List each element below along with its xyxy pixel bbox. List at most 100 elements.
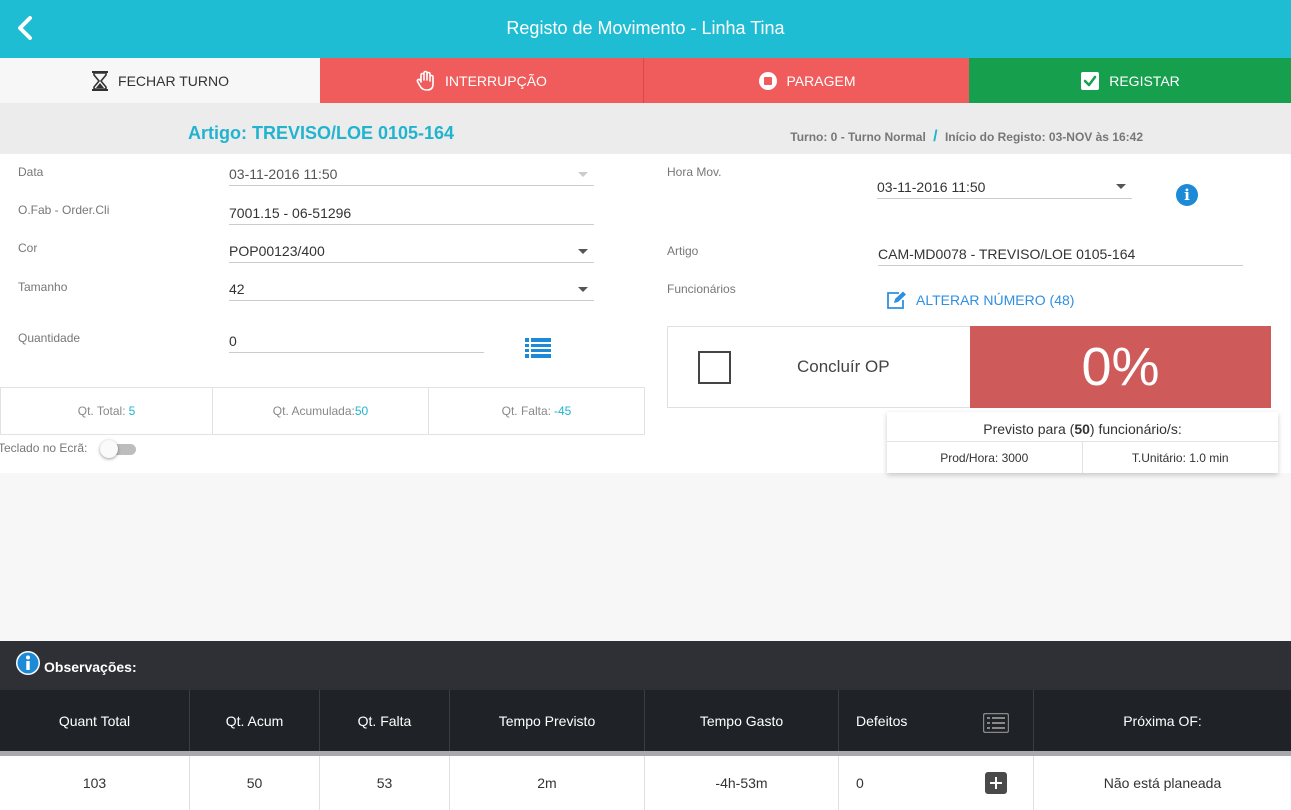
list-icon[interactable] — [525, 337, 551, 364]
data-field[interactable]: 03-11-2016 11:50 — [229, 162, 594, 186]
quantidade-value: 0 — [229, 333, 237, 349]
hora-mov-select[interactable]: 03-11-2016 11:50 — [877, 175, 1132, 199]
concluir-op-checkbox[interactable] — [698, 351, 731, 384]
check-square-icon — [1080, 71, 1100, 91]
summary-table: Quant Total Qt. Acum Qt. Falta Tempo Pre… — [0, 690, 1291, 810]
progress-percent: 0% — [970, 326, 1271, 408]
hand-icon — [416, 70, 436, 92]
previsto-title: Previsto para (50) funcionário/s: — [887, 412, 1278, 442]
subheader: Artigo: TREVISO/LOE 0105-164 Turno: 0 - … — [0, 103, 1291, 154]
ofab-field[interactable]: 7001.15 - 06-51296 — [229, 201, 594, 225]
td-qt-falta: 53 — [320, 756, 450, 810]
inicio-registo-text: Início do Registo: 03-NOV às 16:42 — [944, 130, 1143, 144]
stop-circle-icon — [758, 71, 778, 91]
toggle-knob — [100, 440, 118, 458]
alterar-numero-button[interactable]: ALTERAR NÚMERO (48) — [886, 291, 1074, 309]
chevron-down-icon — [578, 287, 588, 292]
observacoes-bar[interactable]: Observações: — [0, 641, 1291, 690]
turno-text: Turno: 0 - Turno Normal — [790, 130, 926, 144]
defeitos-list-icon[interactable] — [982, 712, 1010, 736]
qt-total-value: 5 — [128, 404, 136, 418]
previsto-suffix: ) funcionário/s: — [1089, 421, 1182, 437]
quantidade-label: Quantidade — [18, 331, 81, 345]
alterar-numero-label: ALTERAR NÚMERO (48) — [916, 292, 1075, 308]
hora-mov-value: 03-11-2016 11:50 — [877, 179, 986, 195]
artigo-value: CAM-MD0078 - TREVISO/LOE 0105-164 — [878, 246, 1136, 262]
interrupcao-button[interactable]: INTERRUPÇÃO — [320, 58, 644, 103]
paragem-label: PARAGEM — [786, 72, 856, 89]
qt-falta-value: -45 — [554, 404, 572, 418]
t-unitario: T.Unitário: 1.0 min — [1131, 451, 1229, 465]
hora-mov-label: Hora Mov. — [667, 165, 722, 179]
td-tempo-gasto: -4h-53m — [645, 756, 839, 810]
th-defeitos-label: Defeitos — [856, 712, 908, 729]
concluir-op-label: Concluír OP — [797, 357, 890, 376]
info-icon[interactable]: i — [1176, 184, 1198, 206]
td-defeitos: 0 — [839, 756, 1034, 810]
tamanho-value: 42 — [229, 281, 245, 297]
cor-value: POP00123/400 — [229, 243, 325, 259]
registar-button[interactable]: REGISTAR — [969, 58, 1291, 103]
fechar-turno-button[interactable]: FECHAR TURNO — [0, 58, 320, 103]
add-defeito-icon[interactable] — [985, 772, 1007, 794]
previsto-count: 50 — [1074, 421, 1090, 437]
qt-acumulada-label: Qt. Acumulada: — [272, 404, 355, 418]
edit-icon — [886, 291, 908, 309]
paragem-button[interactable]: PARAGEM — [644, 58, 969, 103]
th-tempo-gasto: Tempo Gasto — [645, 690, 839, 751]
observacoes-label: Observações: — [44, 659, 137, 675]
info-circle-icon — [16, 651, 40, 680]
turno-info: Turno: 0 - Turno Normal / Início do Regi… — [790, 128, 1143, 146]
th-quant-total: Quant Total — [0, 690, 190, 751]
teclado-toggle[interactable] — [100, 440, 138, 458]
funcionarios-label: Funcionários — [667, 282, 736, 296]
action-bar: FECHAR TURNO INTERRUPÇÃO PARAGEM REGISTA… — [0, 58, 1291, 103]
th-qt-acum: Qt. Acum — [190, 690, 320, 751]
quantity-stats: Qt. Total: 5 Qt. Acumulada: 50 Qt. Falta… — [0, 387, 645, 435]
td-tempo-previsto: 2m — [450, 756, 645, 810]
td-defeitos-value: 0 — [856, 775, 864, 791]
chevron-down-icon — [1116, 184, 1126, 189]
top-bar: Registo de Movimento - Linha Tina — [0, 0, 1291, 58]
quantidade-input[interactable]: 0 — [229, 329, 484, 353]
artigo-label: Artigo — [667, 244, 699, 258]
data-value: 03-11-2016 11:50 — [229, 166, 338, 182]
artigo-field[interactable]: CAM-MD0078 - TREVISO/LOE 0105-164 — [878, 242, 1243, 266]
qt-falta-label: Qt. Falta: — [501, 404, 551, 418]
previsto-card: Previsto para (50) funcionário/s: Prod/H… — [887, 412, 1278, 473]
prod-hora: Prod/Hora: 3000 — [887, 442, 1083, 473]
page-title: Registo de Movimento - Linha Tina — [506, 18, 785, 38]
qt-acumulada: Qt. Acumulada: 50 — [213, 388, 429, 434]
td-quant-total: 103 — [0, 756, 190, 810]
th-defeitos: Defeitos — [839, 690, 1034, 751]
fechar-turno-label: FECHAR TURNO — [118, 72, 229, 89]
table-header: Quant Total Qt. Acum Qt. Falta Tempo Pre… — [0, 690, 1291, 756]
chevron-down-icon — [578, 172, 588, 177]
tamanho-select[interactable]: 42 — [229, 277, 594, 301]
cor-label: Cor — [18, 241, 38, 255]
interrupcao-label: INTERRUPÇÃO — [445, 72, 547, 89]
td-qt-acum: 50 — [190, 756, 320, 810]
qt-falta: Qt. Falta: -45 — [429, 388, 644, 434]
registar-label: REGISTAR — [1109, 72, 1180, 89]
ofab-value: 7001.15 - 06-51296 — [229, 205, 352, 221]
hourglass-icon — [91, 70, 109, 91]
th-proxima-of: Próxima OF: — [1123, 712, 1202, 729]
th-tempo-previsto: Tempo Previsto — [450, 690, 645, 751]
td-proxima-of: Não está planeada — [1103, 775, 1222, 791]
concluir-op-panel: Concluír OP — [667, 326, 971, 408]
chevron-down-icon — [578, 249, 588, 254]
ofab-label: O.Fab - Order.Cli — [18, 203, 110, 217]
qt-total: Qt. Total: 5 — [1, 388, 213, 434]
cor-select[interactable]: POP00123/400 — [229, 239, 594, 263]
data-label: Data — [18, 165, 44, 179]
artigo-title: Artigo: TREVISO/LOE 0105-164 — [188, 123, 455, 143]
teclado-label: Teclado no Ecrã: — [0, 441, 88, 455]
separator: / — [933, 128, 938, 145]
qt-total-label: Qt. Total: — [77, 404, 126, 418]
table-row: 103 50 53 2m -4h-53m 0 Não está planeada — [0, 756, 1291, 810]
th-qt-falta: Qt. Falta — [320, 690, 450, 751]
tamanho-label: Tamanho — [18, 280, 68, 294]
previsto-details: Prod/Hora: 3000 T.Unitário: 1.0 min — [887, 442, 1278, 473]
previsto-prefix: Previsto para ( — [983, 421, 1075, 437]
